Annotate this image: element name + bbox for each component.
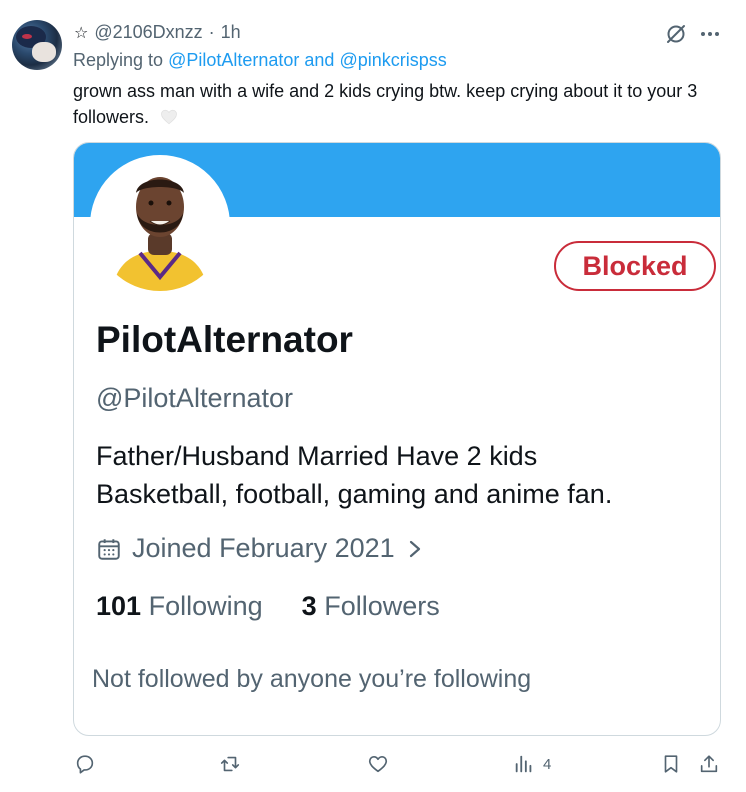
bookmark-icon (664, 755, 678, 773)
views-button[interactable]: 4 (513, 752, 551, 776)
profile-bio-line: Basketball, football, gaming and anime f… (96, 479, 613, 509)
tweet-time[interactable]: 1h (221, 22, 241, 43)
views-icon (515, 755, 532, 773)
author-avatar[interactable] (12, 20, 62, 70)
view-count: 4 (543, 755, 552, 773)
replying-prefix: Replying to (73, 50, 164, 70)
blocked-button: Blocked (554, 241, 716, 291)
grok-icon[interactable] (664, 22, 688, 46)
profile-card-image[interactable]: Blocked PilotAlternator @PilotAlternator… (73, 142, 721, 736)
retweet-icon (220, 756, 240, 772)
tweet-text: grown ass man with a wife and 2 kids cry… (73, 78, 713, 130)
profile-stats: 101 Following 3 Followers (96, 591, 440, 622)
not-followed-text: Not followed by anyone you’re following (92, 665, 532, 693)
calendar-icon (98, 538, 120, 560)
star-icon: ☆ (74, 24, 89, 42)
like-icon (368, 756, 388, 773)
profile-bio: Father/Husband Married Have 2 kids Baske… (96, 437, 612, 513)
meta-separator: · (208, 22, 215, 42)
profile-handle: @PilotAlternator (96, 383, 293, 413)
profile-bio-line: Father/Husband Married Have 2 kids (96, 441, 538, 471)
more-icon[interactable] (698, 22, 722, 46)
followers-count: 3 (301, 591, 317, 621)
followers-label: Followers (324, 591, 440, 621)
reply-icon (76, 755, 94, 774)
tweet-meta: ☆ @2106Dxnzz · 1h (74, 22, 241, 43)
share-button[interactable] (698, 752, 720, 776)
retweet-button[interactable] (219, 752, 241, 776)
profile-joined: Joined February 2021 (96, 533, 425, 564)
following-count: 101 (96, 591, 142, 621)
following-label: Following (148, 591, 263, 621)
heart-emoji-icon (161, 109, 177, 125)
share-icon (700, 755, 718, 773)
author-handle[interactable]: @2106Dxnzz (94, 22, 202, 43)
reply-button[interactable] (74, 752, 96, 776)
joined-text: Joined February 2021 (132, 533, 395, 563)
profile-name: PilotAlternator (96, 319, 353, 360)
replying-to-links[interactable]: @PilotAlternator and @pinkcrispss (168, 50, 447, 70)
like-button[interactable] (367, 752, 389, 776)
bookmark-button[interactable] (660, 752, 682, 776)
replying-to-line: Replying to @PilotAlternator and @pinkcr… (73, 50, 447, 71)
chevron-right-icon (409, 540, 420, 557)
profile-avatar (90, 155, 230, 295)
